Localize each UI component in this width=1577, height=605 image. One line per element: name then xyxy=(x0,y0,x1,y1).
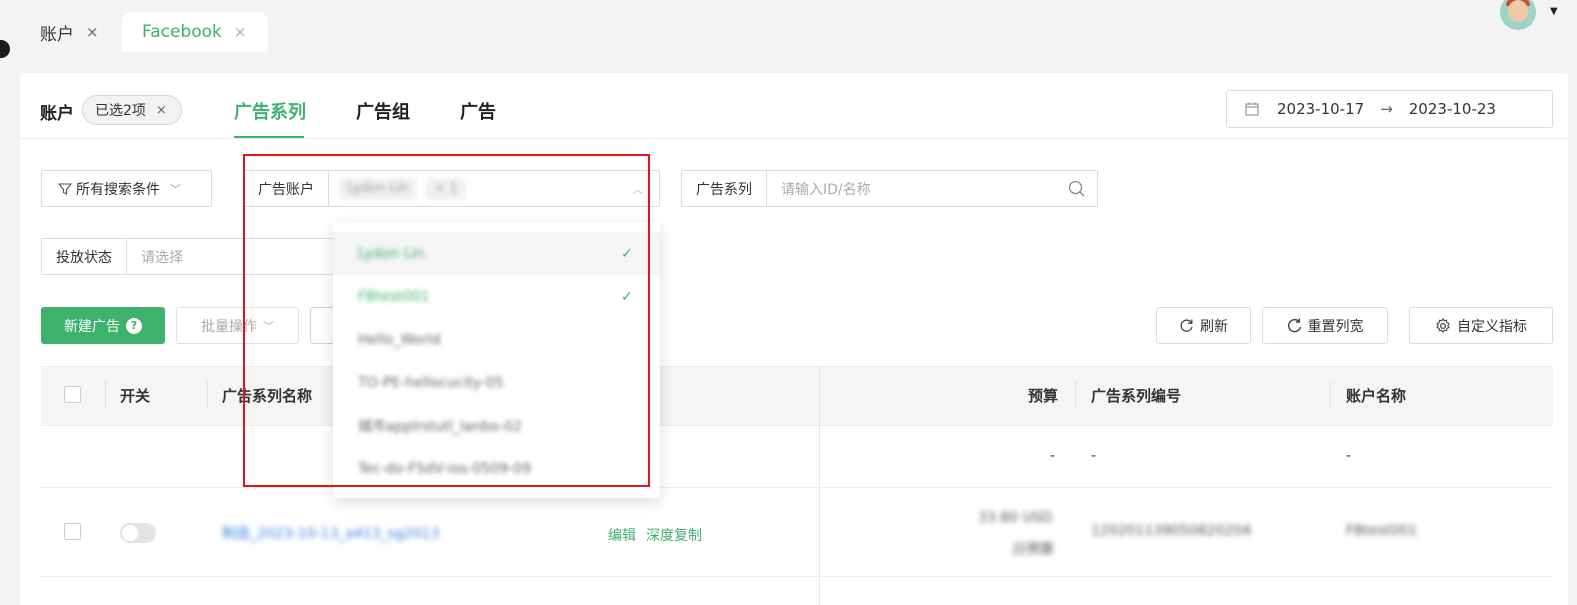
calendar-icon xyxy=(1245,102,1259,116)
summary-campaign-id: - xyxy=(1091,448,1097,464)
column-separator xyxy=(1330,381,1331,409)
column-separator xyxy=(1075,381,1076,409)
dropdown-option-label: 城市applrstutl_lanbo-02 xyxy=(358,418,522,435)
new-ad-button[interactable]: 新建广告 ? xyxy=(41,307,165,344)
tab-campaigns[interactable]: 广告系列 xyxy=(234,98,306,124)
custom-metrics-button[interactable]: 自定义指标 xyxy=(1409,307,1553,344)
campaign-search-input[interactable]: 请输入ID/名称 xyxy=(781,179,871,199)
gear-icon xyxy=(1436,317,1450,333)
chevron-up-icon: ︿ xyxy=(632,183,643,196)
check-icon: ✓ xyxy=(621,245,633,262)
select-all-checkbox[interactable] xyxy=(64,386,81,403)
column-header-budget[interactable]: 预算 xyxy=(1028,385,1058,406)
summary-account-name: - xyxy=(1346,448,1352,464)
campaign-id-value: 120201139050820204 xyxy=(1091,523,1252,539)
account-name-value: FBtest001 xyxy=(1346,523,1418,539)
reset-column-width-label: 重置列宽 xyxy=(1307,318,1364,335)
campaign-toggle-switch[interactable] xyxy=(120,523,156,543)
ad-account-dropdown: Lydon Lin ✓ FBtest001 ✓ Hello_World TO-P… xyxy=(333,222,660,498)
batch-actions-button[interactable]: 批量操作 ﹀ xyxy=(176,307,299,344)
window-tab-label: 账户 xyxy=(40,24,74,45)
arrow-right-icon: → xyxy=(1380,100,1393,118)
deep-copy-link[interactable]: 深度复制 xyxy=(646,525,702,545)
reset-icon xyxy=(1287,318,1301,333)
dropdown-option[interactable]: TO-PE-hellocucity-05 xyxy=(333,361,660,404)
more-accounts-tag: + 1 xyxy=(426,177,466,200)
avatar-face xyxy=(1508,0,1528,22)
tab-ad-sets[interactable]: 广告组 xyxy=(356,98,410,124)
ad-account-select[interactable]: 广告账户 Lydon Lin + 1 ︿ xyxy=(243,170,660,207)
date-start[interactable]: 2023-10-17 xyxy=(1277,100,1364,118)
avatar[interactable] xyxy=(1500,0,1536,30)
dropdown-option[interactable]: Hello_World xyxy=(333,318,660,361)
all-search-conditions-button[interactable]: 所有搜索条件 ﹀ xyxy=(41,170,212,207)
delivery-status-label: 投放状态 xyxy=(42,239,127,274)
column-separator xyxy=(105,381,106,409)
check-icon: ✓ xyxy=(621,288,633,305)
refresh-icon xyxy=(1180,319,1193,332)
close-icon[interactable]: × xyxy=(86,23,99,41)
refresh-label: 刷新 xyxy=(1200,318,1228,335)
account-label: 账户 xyxy=(40,104,74,124)
chevron-down-icon: ﹀ xyxy=(170,182,181,196)
custom-metrics-label: 自定义指标 xyxy=(1457,318,1527,335)
dropdown-option[interactable]: Lydon Lin ✓ xyxy=(333,232,660,275)
dropdown-option-label: Lydon Lin xyxy=(358,245,425,262)
column-header-campaign-id[interactable]: 广告系列编号 xyxy=(1091,385,1181,406)
close-icon[interactable]: × xyxy=(156,103,167,118)
all-search-conditions-label: 所有搜索条件 xyxy=(76,181,160,198)
search-icon[interactable] xyxy=(1068,180,1085,197)
dropdown-option-label: Hello_World xyxy=(358,331,441,348)
new-ad-label: 新建广告 xyxy=(64,318,120,335)
batch-actions-label: 批量操作 xyxy=(201,318,257,335)
filter-icon xyxy=(58,182,72,195)
selected-account-tag: Lydon Lin xyxy=(339,177,417,200)
row-checkbox[interactable] xyxy=(64,523,81,540)
column-header-campaign-name[interactable]: 广告系列名称 xyxy=(222,385,312,406)
dropdown-option-label: TO-PE-hellocucity-05 xyxy=(358,374,504,391)
budget-type: 日预算 xyxy=(1012,542,1054,558)
delivery-status-placeholder: 请选择 xyxy=(141,249,183,266)
window-tab-label: Facebook xyxy=(142,22,222,42)
reset-column-width-button[interactable]: 重置列宽 xyxy=(1262,307,1388,344)
window-tab-facebook[interactable]: Facebook × xyxy=(122,12,268,52)
summary-budget: - xyxy=(1050,448,1056,464)
account-selection-chip[interactable]: 已选2项 × xyxy=(82,95,182,125)
campaign-search-field[interactable]: 广告系列 请输入ID/名称 xyxy=(681,170,1098,207)
row-divider xyxy=(41,576,1553,577)
toolbar-button-partial[interactable] xyxy=(310,307,334,344)
tab-ads[interactable]: 广告 xyxy=(460,98,496,124)
date-range-picker[interactable]: 2023-10-17 → 2023-10-23 xyxy=(1226,90,1553,128)
dropdown-option-label: FBtest001 xyxy=(358,288,430,305)
date-end[interactable]: 2023-10-23 xyxy=(1409,100,1496,118)
row-divider xyxy=(41,487,1553,488)
dropdown-option-label: Tec-do-FSdV-ios-0509-09 xyxy=(358,460,531,477)
caret-down-icon[interactable]: ▼ xyxy=(1550,6,1558,17)
close-icon[interactable]: × xyxy=(234,23,247,41)
window-tab-accounts[interactable]: 账户 × xyxy=(40,12,99,52)
ad-account-label: 广告账户 xyxy=(244,171,329,206)
dropdown-option[interactable]: 城市applrstutl_lanbo-02 xyxy=(333,404,660,447)
window-dot-icon xyxy=(0,40,10,58)
help-icon[interactable]: ? xyxy=(126,317,142,334)
budget-value: 33.80 USD xyxy=(978,510,1053,526)
tabs-divider xyxy=(20,138,1568,139)
edit-link[interactable]: 编辑 xyxy=(608,525,636,545)
campaign-name-link[interactable]: 制造_2023-10-13_a413_sg2013 xyxy=(222,523,439,543)
column-divider xyxy=(819,366,820,605)
column-separator xyxy=(207,381,208,409)
campaign-field-label: 广告系列 xyxy=(682,171,767,206)
window-tab-bar: 账户 × Facebook × ▼ xyxy=(0,0,1577,58)
delivery-status-select[interactable]: 投放状态 请选择 xyxy=(41,238,341,275)
chevron-down-icon: ﹀ xyxy=(263,319,274,333)
column-header-switch[interactable]: 开关 xyxy=(120,385,150,406)
dropdown-option[interactable]: Tec-do-FSdV-ios-0509-09 xyxy=(333,447,660,490)
refresh-button[interactable]: 刷新 xyxy=(1156,307,1251,344)
dropdown-option[interactable]: FBtest001 ✓ xyxy=(333,275,660,318)
column-header-account-name[interactable]: 账户名称 xyxy=(1346,385,1406,406)
account-chip-label: 已选2项 xyxy=(95,103,146,119)
